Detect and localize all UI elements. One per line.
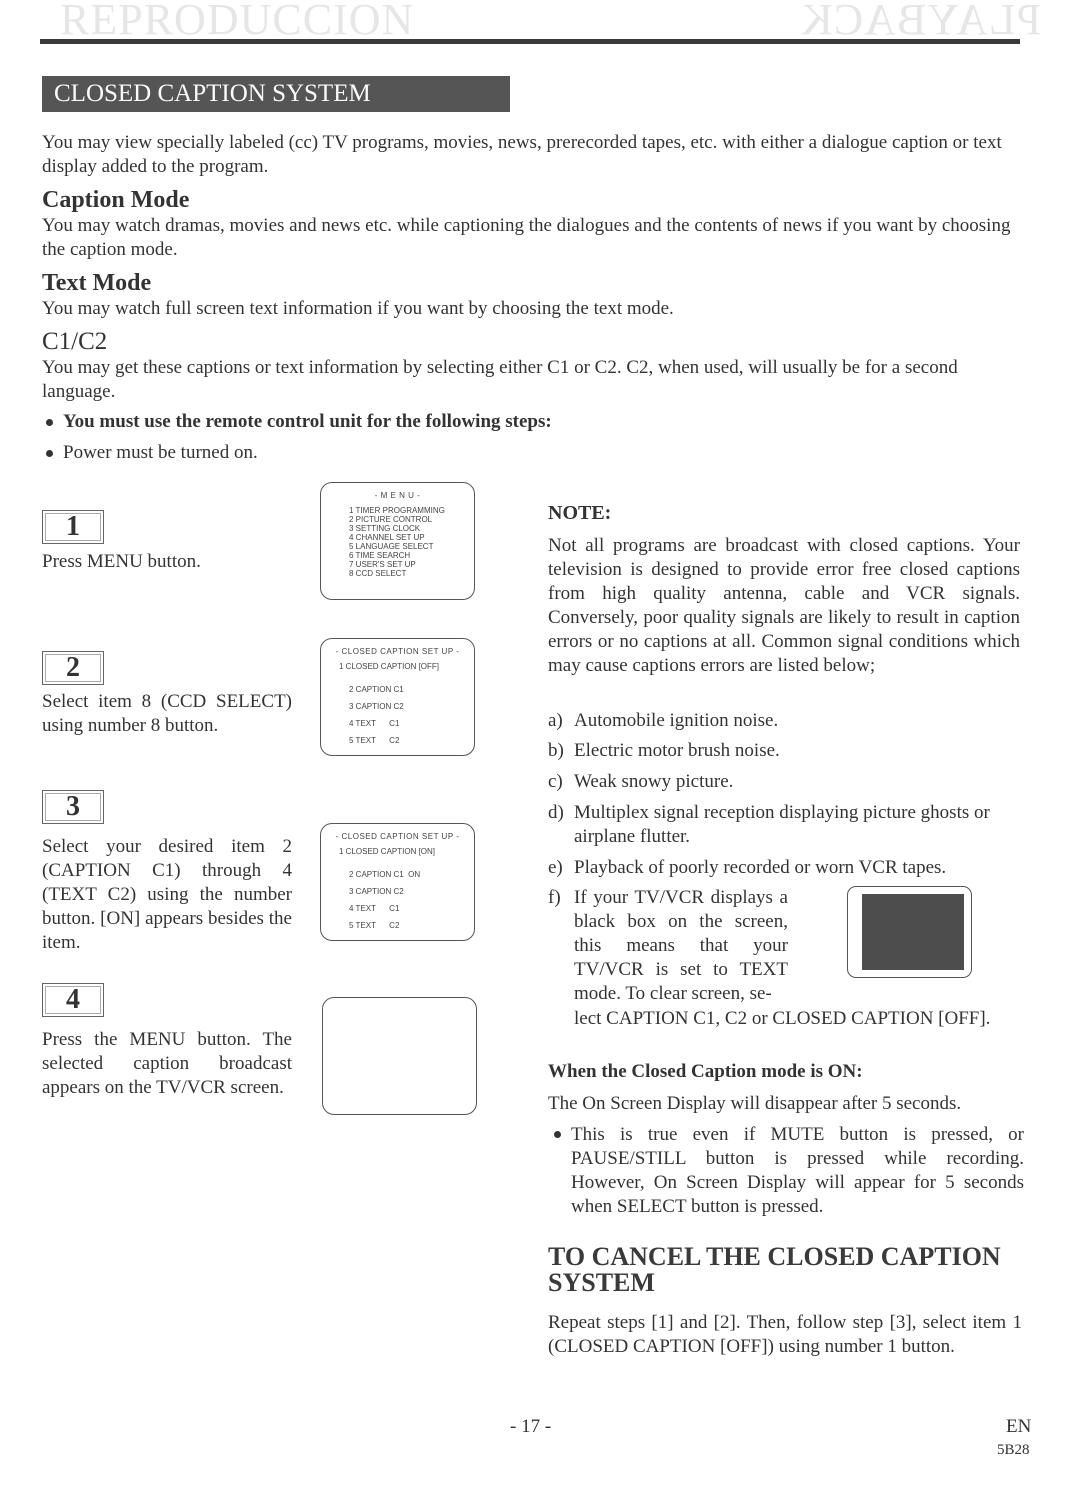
cc-item: 3 CAPTION C2 xyxy=(349,887,474,896)
cancel-body: Repeat steps [1] and [2]. Then, follow s… xyxy=(548,1312,1022,1357)
cc-item: 5 TEXT C2 xyxy=(349,921,474,930)
cc-on-body: The On Screen Display will disappear aft… xyxy=(548,1093,962,1114)
note-body: Not all programs are broadcast with clos… xyxy=(548,535,1020,676)
black-box-image xyxy=(862,894,964,970)
page-number: - 17 - xyxy=(510,1416,552,1437)
bullet-text: This is true even if MUTE button is pres… xyxy=(571,1124,1024,1217)
section-banner: CLOSED CAPTION SYSTEM xyxy=(42,76,510,112)
step-2-badge: 2 xyxy=(42,651,104,685)
menu-item: 2 PICTURE CONTROL xyxy=(349,515,433,524)
tv-screen-illustration xyxy=(847,886,972,978)
cc-item-label: 5 TEXT C2 xyxy=(349,921,400,930)
list-label: a) xyxy=(548,710,563,731)
menu-item: 1 TIMER PROGRAMMING xyxy=(349,506,445,515)
note-item-f-continued: lect CAPTION C1, C2 or CLOSED CAPTION [O… xyxy=(574,1008,991,1029)
bullet-dot-icon xyxy=(554,1131,561,1138)
heading-caption-mode: Caption Mode xyxy=(42,187,190,213)
list-text: Multiplex signal reception displaying pi… xyxy=(574,802,990,847)
cc-item: 1 CLOSED CAPTION [OFF] xyxy=(339,662,474,671)
screen-cc-title: - CLOSED CAPTION SET UP - xyxy=(335,832,460,841)
screen-menu-title: - M E N U - xyxy=(374,491,421,500)
step-2-text: Select item 8 (CCD SELECT) using number … xyxy=(42,691,292,736)
step-4-badge: 4 xyxy=(42,983,104,1017)
list-label: d) xyxy=(548,802,564,823)
screen-cc-setup-on: - CLOSED CAPTION SET UP - 1 CLOSED CAPTI… xyxy=(320,823,475,941)
list-text: If your TV/VCR displays a black box on t… xyxy=(574,887,788,1004)
list-text: Automobile ignition noise. xyxy=(574,710,779,731)
screen-cc-setup-off: - CLOSED CAPTION SET UP - 1 CLOSED CAPTI… xyxy=(320,638,475,756)
note-item-d: d) Multiplex signal reception displaying … xyxy=(548,801,1020,849)
cc-on-heading: When the Closed Caption mode is ON: xyxy=(548,1061,863,1082)
step-1-text: Press MENU button. xyxy=(42,551,201,572)
heading-text-mode: Text Mode xyxy=(42,270,152,296)
menu-item: 4 CHANNEL SET UP xyxy=(349,533,425,542)
text-mode-text: You may watch full screen text informati… xyxy=(42,298,674,319)
screen-menu-list: 1 TIMER PROGRAMMING 2 PICTURE CONTROL 3 … xyxy=(349,506,474,578)
bullet-dot-icon xyxy=(46,450,53,458)
caption-mode-text: You may watch dramas, movies and news et… xyxy=(42,215,1011,260)
list-label: e) xyxy=(548,857,563,878)
menu-item: 3 SETTING CLOCK xyxy=(349,524,421,533)
cc-item-label: 1 CLOSED CAPTION [ON] xyxy=(339,847,436,856)
list-label: b) xyxy=(548,740,564,761)
bullet-text: Power must be turned on. xyxy=(63,442,258,463)
cc-item-label: 2 CAPTION C1 xyxy=(349,870,404,879)
list-label: f) xyxy=(548,887,561,908)
note-item-f: f) If your TV/VCR displays a black box o… xyxy=(548,886,788,1006)
cc-item-label: 3 CAPTION C2 xyxy=(349,887,404,896)
heading-c1-c2: C1/C2 xyxy=(42,328,108,355)
step-4-text: Press the MENU button. The selected capt… xyxy=(42,1029,292,1098)
note-item-b: b) Electric motor brush noise. xyxy=(548,739,1020,763)
step-3-badge: 3 xyxy=(42,790,104,824)
bullet-remote-required: You must use the remote control unit for… xyxy=(46,410,552,434)
cc-item: 4 TEXT C1 xyxy=(349,904,474,913)
screen-blank xyxy=(322,997,477,1115)
bullet-text: You must use the remote control unit for… xyxy=(63,411,552,432)
document-code: 5B28 xyxy=(997,1442,1030,1458)
cc-item: 3 CAPTION C2 xyxy=(349,702,474,711)
cc-item-label: 3 CAPTION C2 xyxy=(349,702,404,711)
language-code: EN xyxy=(1006,1416,1032,1437)
intro-paragraph: You may view specially labeled (cc) TV p… xyxy=(42,132,1002,177)
header-rule xyxy=(40,39,1020,44)
list-text: Weak snowy picture. xyxy=(574,771,734,792)
cc-item-label: 4 TEXT C1 xyxy=(349,904,400,913)
bullet-power-on: Power must be turned on. xyxy=(46,441,258,465)
bullet-dot-icon xyxy=(46,419,53,427)
cc-item: 1 CLOSED CAPTION [ON] xyxy=(339,847,474,856)
cc-item-label: 4 TEXT C1 xyxy=(349,719,400,728)
step-3-text: Select your desired item 2 (CAPTION C1) … xyxy=(42,836,292,953)
list-text: Electric motor brush noise. xyxy=(574,740,780,761)
menu-item: 7 USER'S SET UP xyxy=(349,560,416,569)
cc-item-on-indicator: ON xyxy=(408,870,421,879)
note-item-a: a) Automobile ignition noise. xyxy=(548,709,1020,733)
list-text: Playback of poorly recorded or worn VCR … xyxy=(574,857,947,878)
list-label: c) xyxy=(548,771,563,792)
cancel-heading: TO CANCEL THE CLOSED CAPTION SYSTEM xyxy=(548,1242,1001,1297)
menu-item: 8 CCD SELECT xyxy=(349,569,407,578)
c1-c2-text: You may get these captions or text infor… xyxy=(42,357,958,402)
screen-menu: - M E N U - 1 TIMER PROGRAMMING 2 PICTUR… xyxy=(320,482,475,600)
menu-item: 6 TIME SEARCH xyxy=(349,551,411,560)
cc-item-label: 2 CAPTION C1 xyxy=(349,685,404,694)
screen-cc-title: - CLOSED CAPTION SET UP - xyxy=(335,647,460,656)
cc-item: 2 CAPTION C1 ON xyxy=(349,870,474,879)
cc-on-bullet: This is true even if MUTE button is pres… xyxy=(554,1123,1024,1219)
cc-item: 5 TEXT C2 xyxy=(349,736,474,745)
note-item-c: c) Weak snowy picture. xyxy=(548,770,1020,794)
note-item-e: e) Playback of poorly recorded or worn VC… xyxy=(548,856,1020,880)
cc-item-label: 1 CLOSED CAPTION [OFF] xyxy=(339,662,440,671)
cc-item: 2 CAPTION C1 xyxy=(349,685,474,694)
cc-item-label: 5 TEXT C2 xyxy=(349,736,400,745)
menu-item: 5 LANGUAGE SELECT xyxy=(349,542,434,551)
note-title: NOTE: xyxy=(548,502,612,524)
step-1-badge: 1 xyxy=(42,510,104,544)
cc-item: 4 TEXT C1 xyxy=(349,719,474,728)
